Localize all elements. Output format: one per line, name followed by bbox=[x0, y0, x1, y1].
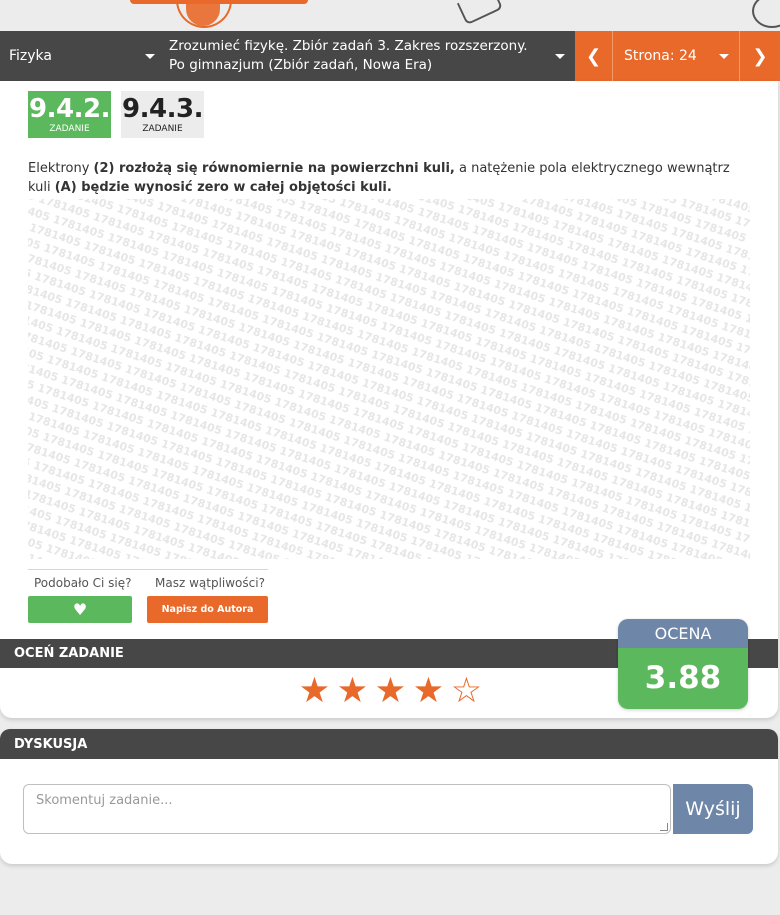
task-number: 9.4.2. bbox=[29, 94, 110, 124]
subject-label: Fizyka bbox=[9, 48, 52, 64]
watermark: 1781405 1781405 1781405 1781405 1781405 … bbox=[28, 199, 750, 559]
star-filled-icon[interactable]: ★ bbox=[296, 673, 333, 709]
task-label: ZADANIE bbox=[142, 124, 183, 134]
doubt-question: Masz wątpliwości? bbox=[155, 576, 265, 590]
resize-handle-icon[interactable] bbox=[660, 823, 668, 831]
solution-bold: (A) będzie wynosić zero w całej objętośc… bbox=[54, 180, 392, 195]
decor-icon bbox=[456, 0, 504, 26]
caret-down-icon bbox=[719, 53, 729, 59]
page-label: Strona: 24 bbox=[624, 48, 697, 64]
star-filled-icon[interactable]: ★ bbox=[372, 673, 409, 709]
star-empty-icon[interactable]: ☆ bbox=[448, 673, 485, 709]
decor-circle-icon bbox=[752, 0, 780, 28]
book-label: Zrozumieć fizykę. Zbiór zadań 3. Zakres … bbox=[169, 38, 528, 73]
task-label: ZADANIE bbox=[49, 124, 90, 134]
previous-page-button[interactable]: ❮ bbox=[575, 31, 613, 81]
comment-input[interactable]: Skomentuj zadanie... bbox=[23, 784, 671, 834]
discussion-card: DYSKUSJA Skomentuj zadanie... Wyślij bbox=[0, 729, 778, 864]
book-dropdown[interactable]: Zrozumieć fizykę. Zbiór zadań 3. Zakres … bbox=[163, 31, 575, 81]
next-page-button[interactable]: ❯ bbox=[740, 31, 780, 81]
subject-dropdown[interactable]: Fizyka bbox=[0, 31, 163, 81]
write-author-button[interactable]: Napisz do Autora bbox=[147, 596, 268, 623]
score-box: OCENA 3.88 bbox=[618, 619, 748, 709]
score-value: 3.88 bbox=[618, 648, 748, 709]
brain-outline-icon bbox=[176, 0, 232, 28]
divider bbox=[28, 569, 268, 570]
task-number: 9.4.3. bbox=[122, 94, 203, 124]
star-rating: ★ ★ ★ ★ ☆ bbox=[296, 673, 485, 709]
comment-placeholder: Skomentuj zadanie... bbox=[36, 793, 173, 808]
solution-text: Elektrony (2) rozłożą się równomiernie n… bbox=[28, 159, 750, 197]
like-question: Podobało Ci się? bbox=[34, 576, 132, 590]
task-tab-next[interactable]: 9.4.3. ZADANIE bbox=[121, 91, 204, 138]
star-filled-icon[interactable]: ★ bbox=[334, 673, 371, 709]
top-decoration bbox=[0, 0, 780, 31]
navigation-bar: Fizyka Zrozumieć fizykę. Zbiór zadań 3. … bbox=[0, 31, 780, 81]
score-label: OCENA bbox=[618, 619, 748, 648]
solution-bold: (2) rozłożą się równomiernie na powierzc… bbox=[93, 161, 455, 176]
chevron-left-icon: ❮ bbox=[585, 45, 602, 67]
caret-down-icon bbox=[555, 53, 565, 59]
heart-icon: ♥ bbox=[72, 600, 88, 619]
page-dropdown[interactable]: Strona: 24 bbox=[613, 31, 740, 81]
chevron-right-icon: ❯ bbox=[752, 45, 768, 67]
watermark-pattern: 1781405 1781405 1781405 1781405 1781405 … bbox=[28, 199, 750, 559]
send-button[interactable]: Wyślij bbox=[673, 784, 753, 834]
solution-part: Elektrony bbox=[28, 161, 94, 176]
task-tabs: 9.4.2. ZADANIE 9.4.3. ZADANIE bbox=[28, 91, 204, 138]
caret-down-icon bbox=[145, 53, 155, 59]
star-filled-icon[interactable]: ★ bbox=[410, 673, 447, 709]
task-tab-current[interactable]: 9.4.2. ZADANIE bbox=[28, 91, 111, 138]
discussion-header: DYSKUSJA bbox=[0, 729, 778, 759]
like-button[interactable]: ♥ bbox=[28, 596, 132, 623]
